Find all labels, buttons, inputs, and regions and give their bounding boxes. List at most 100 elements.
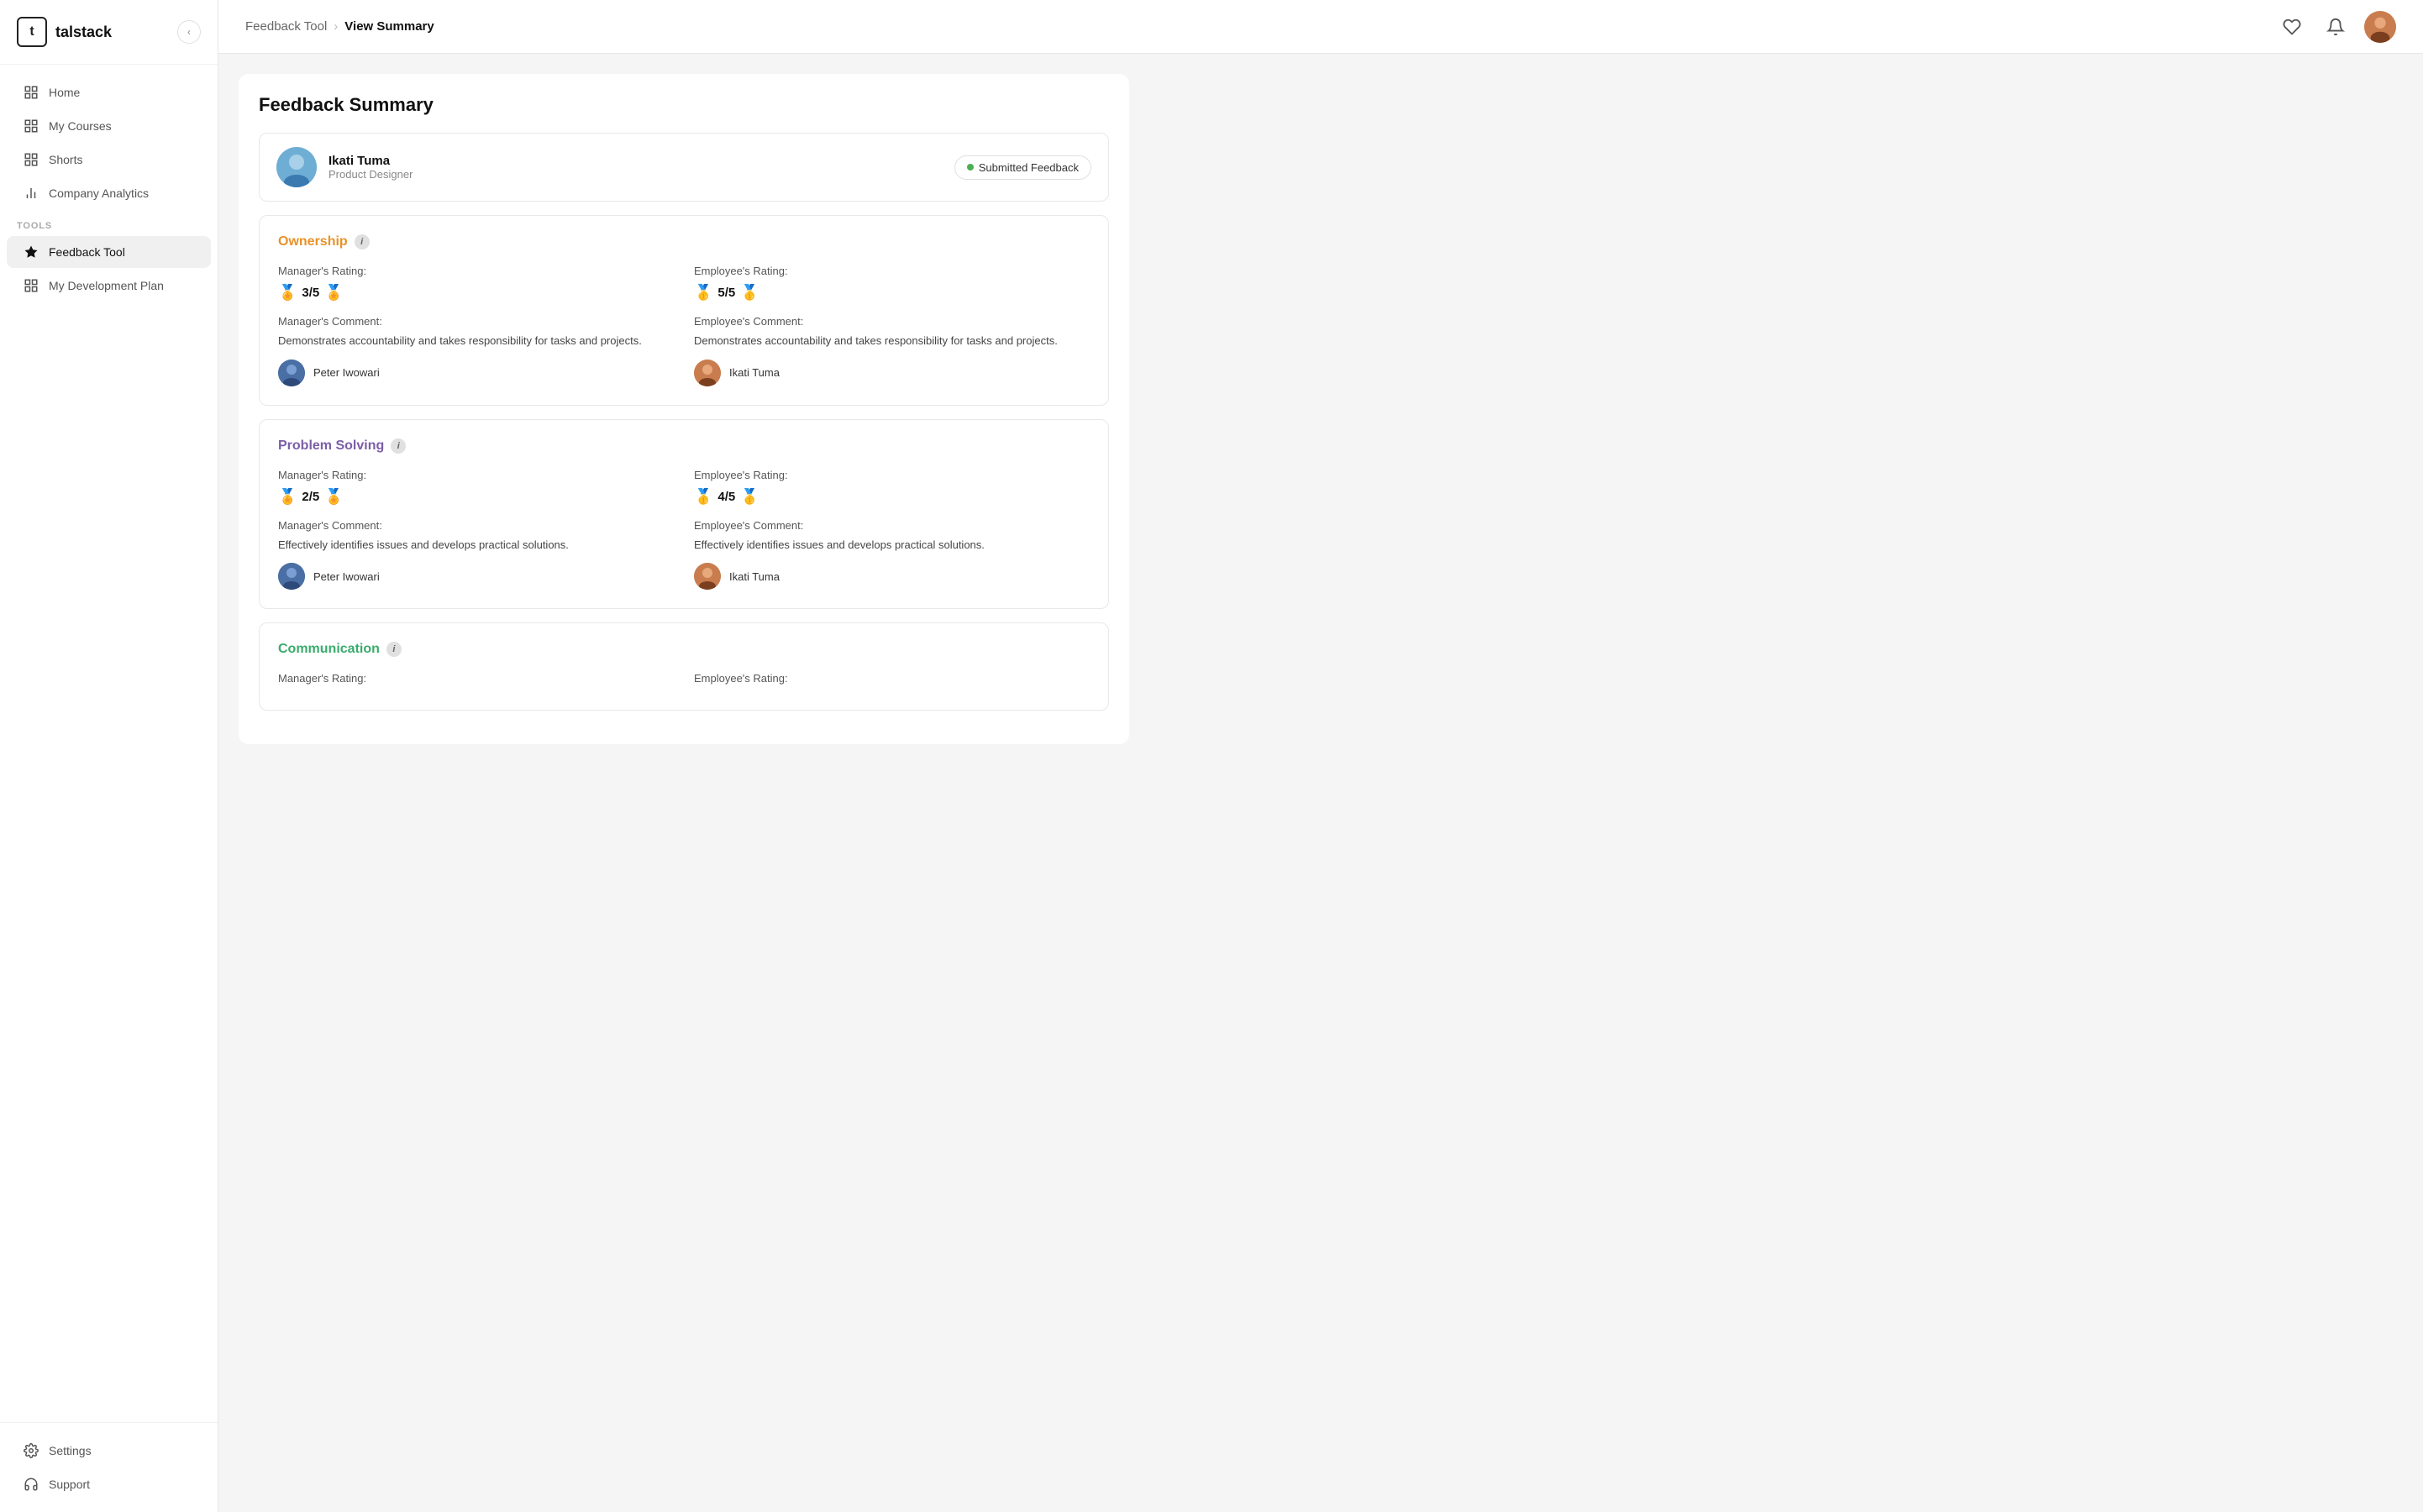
ps-manager-commenter: Peter Iwowari: [278, 563, 674, 590]
development-icon: [24, 278, 39, 293]
laurel-right-green: 🥇: [740, 284, 759, 302]
ps-laurel-left-green: 🥇: [694, 488, 712, 506]
breadcrumb-parent[interactable]: Feedback Tool: [245, 19, 327, 34]
ikati-avatar-2: [694, 563, 721, 590]
comm-manager-rating-label: Manager's Rating:: [278, 672, 674, 685]
ownership-employee-rating: 🥇 5/5 🥇: [694, 284, 1090, 302]
ikati-avatar-image-1: [694, 360, 721, 386]
sidebar-item-company-analytics[interactable]: Company Analytics: [7, 177, 211, 209]
breadcrumb-separator: ›: [334, 19, 338, 34]
bell-icon: [2326, 18, 2345, 36]
communication-employee-col: Employee's Rating:: [694, 672, 1090, 691]
sidebar-bottom: Settings Support: [0, 1422, 218, 1512]
ownership-employee-rating-label: Employee's Rating:: [694, 265, 1090, 277]
ownership-manager-rating-label: Manager's Rating:: [278, 265, 674, 277]
comm-employee-rating-label: Employee's Rating:: [694, 672, 1090, 685]
ownership-cols: Manager's Rating: 🏅 3/5 🏅 Manager's Comm…: [278, 265, 1090, 386]
section-communication: Communication i Manager's Rating: Employ…: [259, 622, 1109, 711]
sidebar-collapse-button[interactable]: ‹: [177, 20, 201, 44]
laurel-left-green: 🥇: [694, 284, 712, 302]
ikati-name-1: Ikati Tuma: [729, 366, 780, 379]
sidebar-item-settings[interactable]: Settings: [7, 1435, 211, 1467]
logo-text: talstack: [55, 24, 112, 41]
content-area: Feedback Summary Ikati Tuma Product Desi…: [218, 54, 2423, 1512]
topbar: Feedback Tool › View Summary: [218, 0, 2423, 54]
sidebar-logo: t talstack ‹: [0, 0, 218, 65]
gear-icon: [24, 1443, 39, 1458]
sidebar-item-support-label: Support: [49, 1478, 90, 1491]
topbar-actions: [2277, 11, 2396, 43]
ps-laurel-left-orange: 🏅: [278, 488, 297, 506]
problem-solving-manager-col: Manager's Rating: 🏅 2/5 🏅 Manager's Comm…: [278, 469, 674, 591]
sidebar-item-my-development-plan-label: My Development Plan: [49, 279, 164, 292]
bell-button[interactable]: [2321, 12, 2351, 42]
ownership-manager-commenter: Peter Iwowari: [278, 360, 674, 386]
sidebar-item-my-courses[interactable]: My Courses: [7, 110, 211, 142]
breadcrumb-current: View Summary: [344, 19, 434, 34]
peter-avatar-image: [278, 360, 305, 386]
tools-section-label: TOOLS: [0, 211, 218, 234]
communication-info-icon[interactable]: i: [386, 642, 402, 657]
ps-manager-rating: 🏅 2/5 🏅: [278, 488, 674, 506]
peter-avatar-image-2: [278, 563, 305, 590]
ps-employee-rating-label: Employee's Rating:: [694, 469, 1090, 481]
ownership-employee-commenter: Ikati Tuma: [694, 360, 1090, 386]
sidebar-item-shorts[interactable]: Shorts: [7, 144, 211, 176]
ikati-avatar-image-2: [694, 563, 721, 590]
ownership-manager-comment-label: Manager's Comment:: [278, 315, 674, 328]
ps-manager-comment-label: Manager's Comment:: [278, 519, 674, 532]
problem-solving-cols: Manager's Rating: 🏅 2/5 🏅 Manager's Comm…: [278, 469, 1090, 591]
heart-button[interactable]: [2277, 12, 2307, 42]
user-avatar: [276, 147, 317, 187]
section-problem-solving: Problem Solving i Manager's Rating: 🏅 2/…: [259, 419, 1109, 610]
sidebar-item-feedback-tool[interactable]: Feedback Tool: [7, 236, 211, 268]
user-avatar-topbar[interactable]: [2364, 11, 2396, 43]
problem-solving-employee-col: Employee's Rating: 🥇 4/5 🥇 Employee's Co…: [694, 469, 1090, 591]
logo-box: t: [17, 17, 47, 47]
peter-name-2: Peter Iwowari: [313, 570, 380, 583]
problem-solving-info-icon[interactable]: i: [391, 438, 406, 454]
sidebar-item-shorts-label: Shorts: [49, 153, 82, 166]
ps-employee-comment: Effectively identifies issues and develo…: [694, 537, 1090, 554]
submitted-badge: Submitted Feedback: [954, 155, 1091, 180]
section-communication-title: Communication i: [278, 642, 1090, 657]
ps-employee-comment-label: Employee's Comment:: [694, 519, 1090, 532]
section-ownership-title: Ownership i: [278, 234, 1090, 249]
peter-name: Peter Iwowari: [313, 366, 380, 379]
ownership-info-icon[interactable]: i: [355, 234, 370, 249]
ownership-employee-col: Employee's Rating: 🥇 5/5 🥇 Employee's Co…: [694, 265, 1090, 386]
headphone-icon: [24, 1477, 39, 1492]
peter-avatar-2: [278, 563, 305, 590]
grid-icon: [24, 85, 39, 100]
ps-employee-rating: 🥇 4/5 🥇: [694, 488, 1090, 506]
sidebar-item-support[interactable]: Support: [7, 1468, 211, 1500]
ps-manager-comment: Effectively identifies issues and develo…: [278, 537, 674, 554]
shorts-icon: [24, 152, 39, 167]
badge-dot: [967, 164, 974, 171]
sidebar: t talstack ‹ Home My Courses Shorts: [0, 0, 218, 1512]
ps-manager-rating-label: Manager's Rating:: [278, 469, 674, 481]
section-ownership: Ownership i Manager's Rating: 🏅 3/5 🏅 Ma…: [259, 215, 1109, 406]
breadcrumb: Feedback Tool › View Summary: [245, 19, 434, 34]
submitted-badge-label: Submitted Feedback: [979, 161, 1079, 174]
ownership-employee-comment: Demonstrates accountability and takes re…: [694, 333, 1090, 349]
star-icon: [24, 244, 39, 260]
logo-letter: t: [29, 24, 34, 39]
sidebar-item-home[interactable]: Home: [7, 76, 211, 108]
user-info: Ikati Tuma Product Designer: [328, 154, 413, 181]
user-avatar-image: [276, 147, 317, 187]
ownership-manager-rating: 🏅 3/5 🏅: [278, 284, 674, 302]
sidebar-item-feedback-tool-label: Feedback Tool: [49, 245, 125, 259]
sidebar-item-company-analytics-label: Company Analytics: [49, 186, 149, 200]
laurel-right-orange: 🏅: [324, 284, 343, 302]
feedback-summary-card: Feedback Summary Ikati Tuma Product Desi…: [239, 74, 1129, 744]
sidebar-item-home-label: Home: [49, 86, 80, 99]
section-problem-solving-title: Problem Solving i: [278, 438, 1090, 454]
communication-manager-col: Manager's Rating:: [278, 672, 674, 691]
ownership-manager-col: Manager's Rating: 🏅 3/5 🏅 Manager's Comm…: [278, 265, 674, 386]
user-avatar-image: [2364, 11, 2396, 43]
sidebar-item-my-development-plan[interactable]: My Development Plan: [7, 270, 211, 302]
user-info-card: Ikati Tuma Product Designer Submitted Fe…: [259, 133, 1109, 202]
ikati-avatar-1: [694, 360, 721, 386]
ownership-manager-comment: Demonstrates accountability and takes re…: [278, 333, 674, 349]
